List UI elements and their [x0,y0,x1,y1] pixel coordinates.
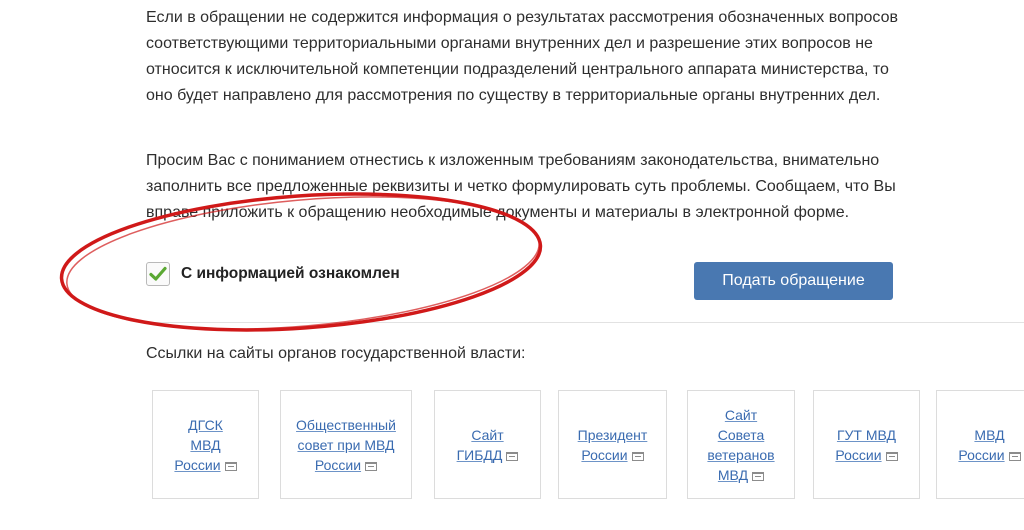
link-card-president[interactable]: Президент России [558,390,667,499]
external-window-icon [752,471,765,481]
info-paragraph-1: Если в обращении не содержится информаци… [146,9,898,104]
link-gut[interactable]: ГУТ МВД России [835,425,898,465]
external-window-icon [885,451,898,461]
checkmark-icon [149,266,167,281]
external-window-icon [365,461,378,471]
link-veterans[interactable]: Сайт Совета ветеранов МВД [707,405,774,485]
consent-checkbox-row[interactable]: С информацией ознакомлен [146,262,400,286]
consent-checkbox[interactable] [146,262,170,286]
link-president[interactable]: Президент России [578,425,648,465]
link-dgsk[interactable]: ДГСК МВД России [174,415,237,475]
section-divider [146,322,1024,323]
submit-appeal-button[interactable]: Подать обращение [694,262,893,300]
external-window-icon [506,451,519,461]
link-public-council[interactable]: Общественный совет при МВД России [296,415,396,475]
link-gibdd[interactable]: Сайт ГИБДД [457,425,519,465]
external-window-icon [631,451,644,461]
link-card-dgsk[interactable]: ДГСК МВД России [152,390,259,499]
link-mvd[interactable]: МВД России [958,425,1021,465]
consent-label: С информацией ознакомлен [181,265,400,282]
link-card-veterans[interactable]: Сайт Совета ветеранов МВД [687,390,795,499]
links-section-title: Ссылки на сайты органов государственной … [146,345,526,362]
external-window-icon [224,461,237,471]
info-paragraph-2: Просим Вас с пониманием отнестись к изло… [146,152,896,221]
external-window-icon [1008,451,1021,461]
link-card-gibdd[interactable]: Сайт ГИБДД [434,390,541,499]
link-card-public-council[interactable]: Общественный совет при МВД России [280,390,412,499]
link-card-gut[interactable]: ГУТ МВД России [813,390,920,499]
link-card-mvd[interactable]: МВД России [936,390,1024,499]
